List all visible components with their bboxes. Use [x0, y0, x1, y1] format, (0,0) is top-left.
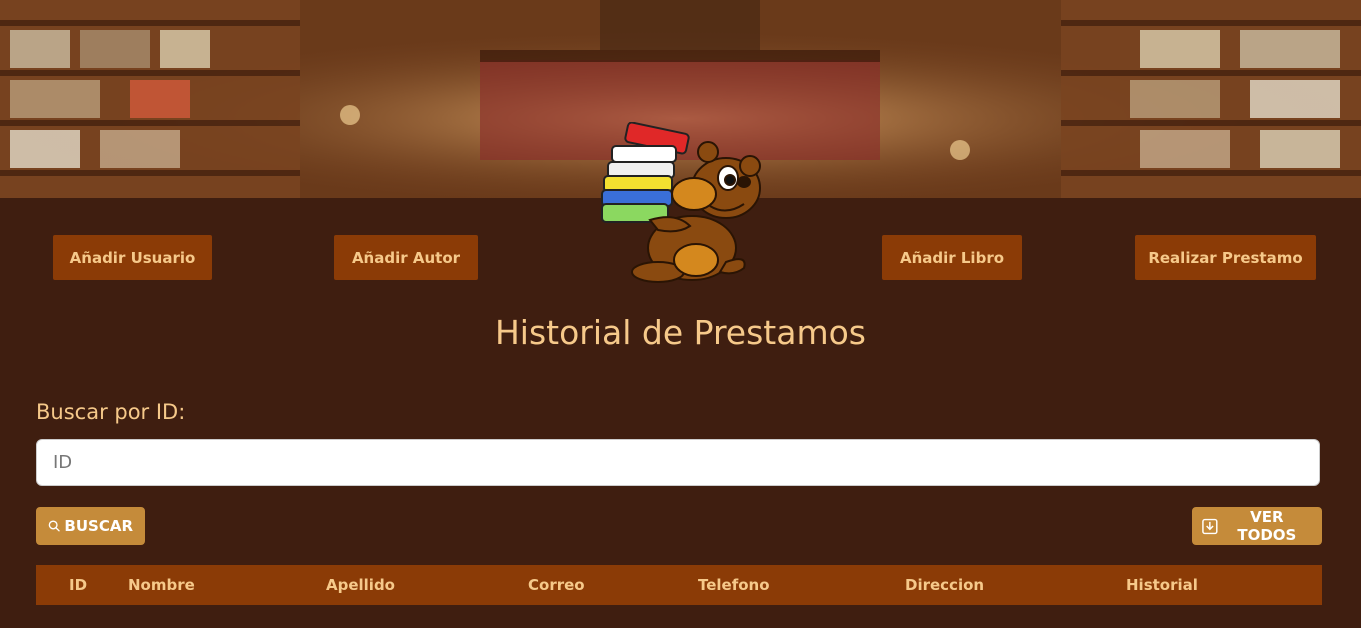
bear-with-books-logo: [601, 122, 761, 283]
view-all-button[interactable]: VER TODOS: [1192, 507, 1322, 545]
column-header-apellido: Apellido: [326, 576, 395, 594]
column-header-historial: Historial: [1126, 576, 1198, 594]
column-header-direccion: Direccion: [905, 576, 985, 594]
column-header-telefono: Telefono: [698, 576, 770, 594]
search-label: Buscar por ID:: [36, 400, 186, 424]
download-icon: [1202, 518, 1218, 534]
column-header-nombre: Nombre: [128, 576, 195, 594]
loan-history-table-header: ID Nombre Apellido Correo Telefono Direc…: [36, 565, 1322, 605]
column-header-correo: Correo: [528, 576, 585, 594]
make-loan-button[interactable]: Realizar Prestamo: [1135, 235, 1316, 280]
add-book-button[interactable]: Añadir Libro: [882, 235, 1022, 280]
view-all-button-label: VER TODOS: [1237, 508, 1297, 544]
search-button-label: BUSCAR: [64, 517, 133, 535]
search-id-input[interactable]: [36, 439, 1320, 486]
add-user-button[interactable]: Añadir Usuario: [53, 235, 212, 280]
column-header-id: ID: [69, 576, 88, 594]
search-button[interactable]: BUSCAR: [36, 507, 145, 545]
search-icon: [48, 520, 60, 532]
page-title: Historial de Prestamos: [494, 313, 866, 352]
add-author-button[interactable]: Añadir Autor: [334, 235, 478, 280]
